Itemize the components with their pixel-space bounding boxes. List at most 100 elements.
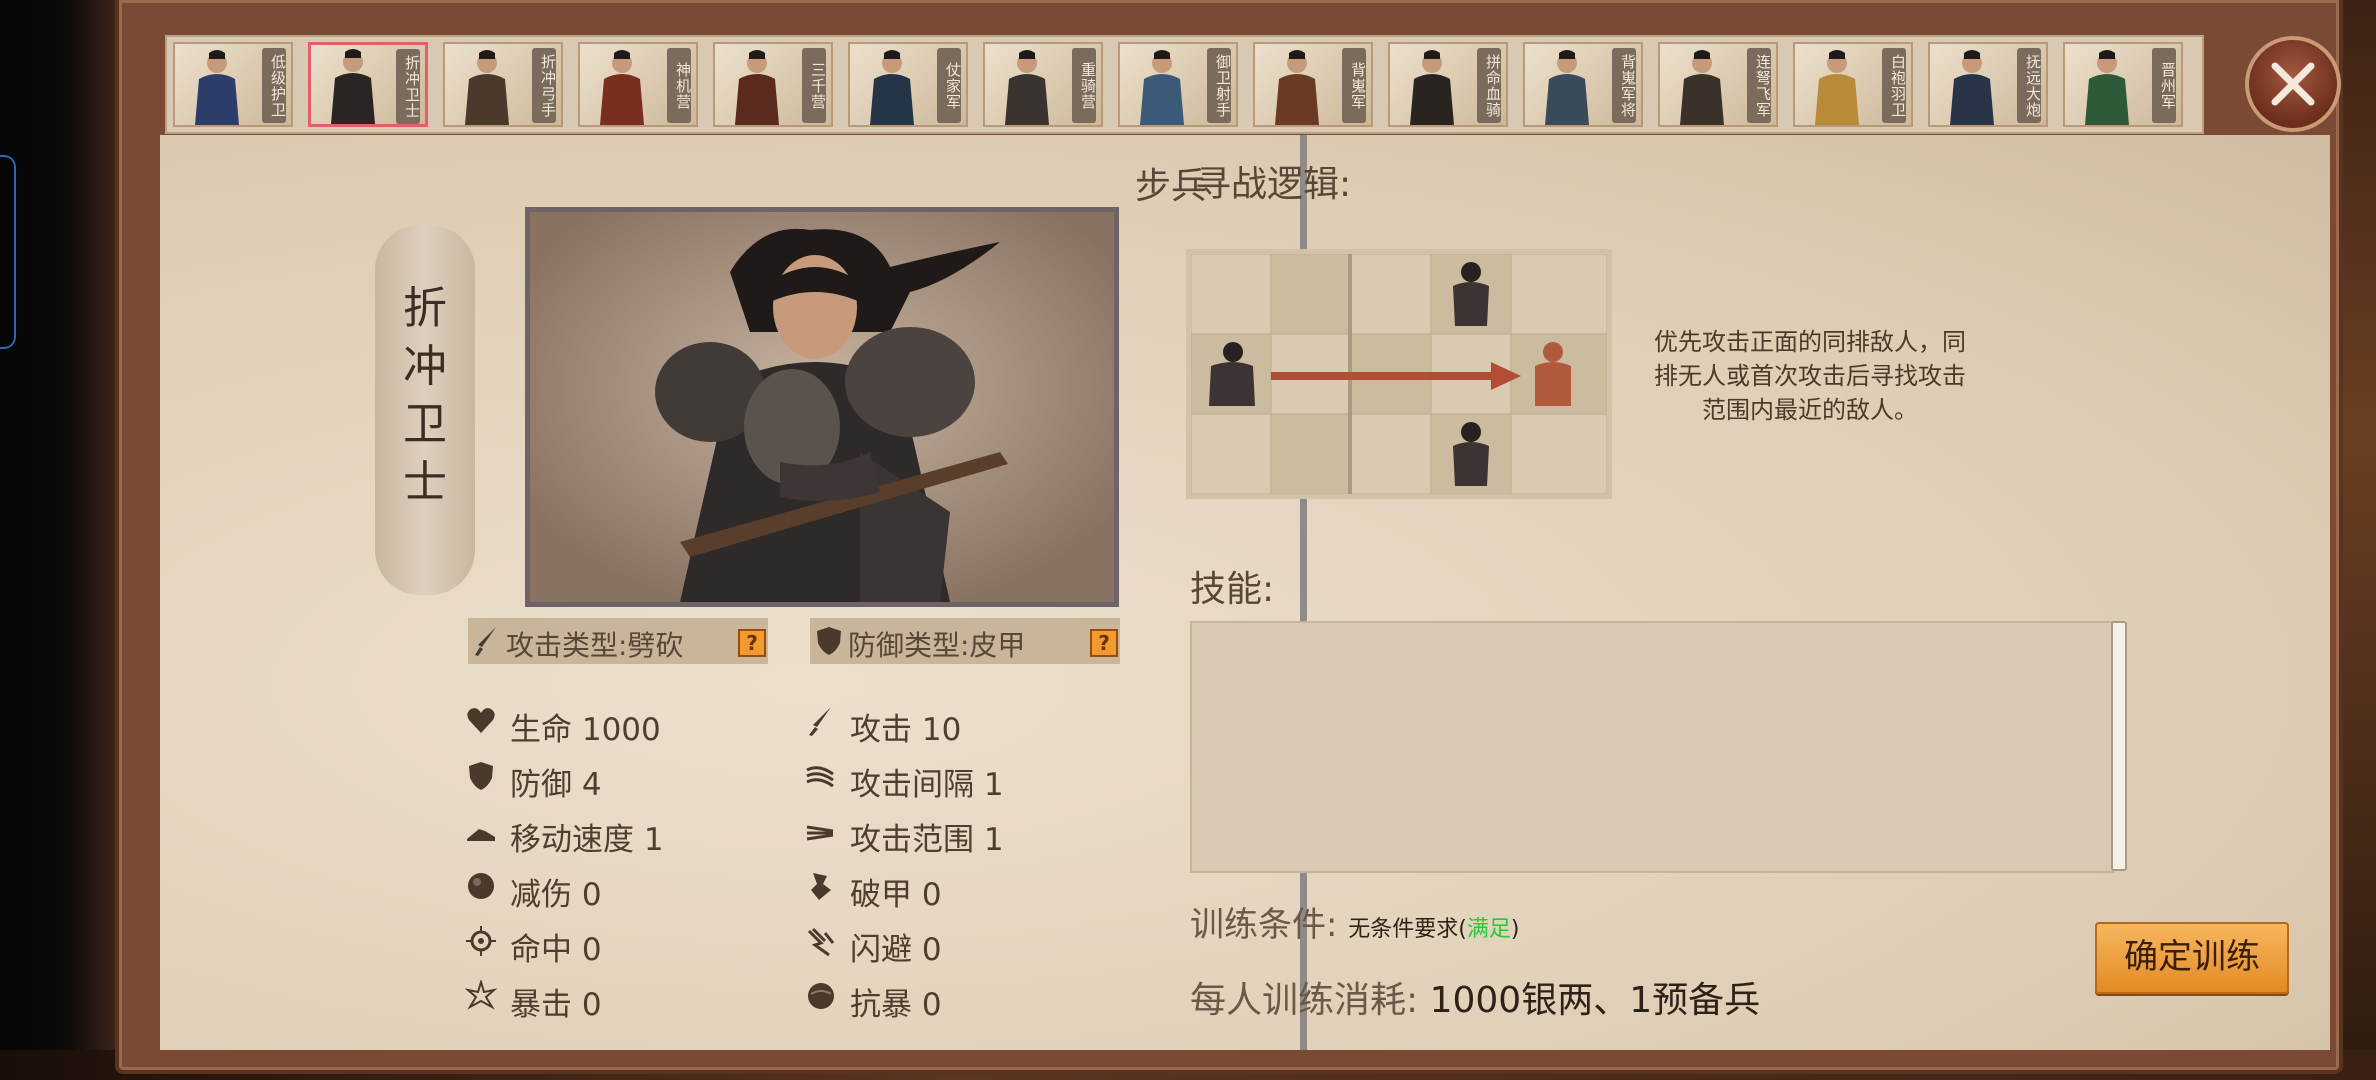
sword-icon [809, 707, 831, 736]
unit-tab-label: 拼命血骑 [1477, 48, 1502, 123]
unit-tab-portrait-icon [331, 49, 375, 124]
close-button[interactable] [2245, 36, 2341, 132]
training-cost-value: 1000银两、1预备兵 [1429, 980, 1761, 1021]
warrior-illustration [530, 212, 1114, 602]
training-cost: 每人训练消耗: 1000银两、1预备兵 [1190, 971, 1760, 1023]
unit-tab-label: 背嵬军将 [1612, 48, 1637, 123]
background-left [0, 0, 115, 1080]
unit-tab-portrait-icon [1950, 50, 1994, 125]
heart-icon [467, 708, 495, 733]
training-condition-value: 无条件要求( [1348, 917, 1467, 942]
unit-tab-12[interactable]: 白袍羽卫 [1793, 42, 1913, 127]
unit-tab-label: 白袍羽卫 [1882, 48, 1907, 123]
unit-tab-portrait-icon [1140, 50, 1184, 125]
unit-selector-bar: 低级护卫 折冲卫士 折冲弓手 神机营 三千营 仗家军 重骑营 御卫射手 背嵬军 拼命血骑 背嵬军将 连… [165, 35, 2204, 134]
unit-tab-label: 背嵬军 [1342, 48, 1367, 123]
unit-tab-label: 晋州军 [2152, 48, 2177, 123]
unit-tab-portrait-icon [600, 50, 644, 125]
unit-tab-portrait-icon [195, 50, 239, 125]
unit-tab-label: 连弩飞军 [1747, 48, 1772, 123]
training-condition-label: 训练条件: [1190, 905, 1338, 945]
defense-type-box: 防御类型:皮甲 ? [810, 618, 1120, 664]
battle-logic-description: 优先攻击正面的同排敌人，同排无人或首次攻击后寻找攻击范围内最近的敌人。 [1654, 328, 1966, 424]
battle-logic-diagram [1190, 253, 1608, 495]
skills-scrollbar[interactable] [2111, 621, 2127, 871]
unit-tab-13[interactable]: 抚远大炮 [1928, 42, 2048, 127]
stat-label: 攻击间隔 1 [850, 767, 1004, 803]
unit-tab-label: 折冲卫士 [396, 49, 421, 124]
training-condition-close: ) [1510, 917, 1520, 942]
attack-type-help-button[interactable]: ? [738, 629, 766, 657]
skills-list[interactable] [1190, 621, 2114, 873]
unit-tab-0[interactable]: 低级护卫 [173, 42, 293, 127]
unit-tab-4[interactable]: 三千营 [713, 42, 833, 127]
unit-tab-10[interactable]: 背嵬军将 [1523, 42, 1643, 127]
armor-break-icon [811, 873, 831, 900]
stat-label: 移动速度 1 [510, 822, 664, 858]
unit-tab-label: 三千营 [802, 48, 827, 123]
training-condition-status: 满足 [1466, 917, 1511, 942]
unit-tab-2[interactable]: 折冲弓手 [443, 42, 563, 127]
unit-tab-label: 神机营 [667, 48, 692, 123]
dodge-icon [807, 927, 835, 957]
unit-tab-portrait-icon [870, 50, 914, 125]
unit-tab-portrait-icon [1680, 50, 1724, 125]
unit-tab-label: 抚远大炮 [2017, 48, 2042, 123]
unit-tab-8[interactable]: 背嵬军 [1253, 42, 1373, 127]
crosshair-icon [466, 926, 496, 956]
unit-tab-label: 折冲弓手 [532, 48, 557, 123]
side-handle [0, 155, 16, 349]
unit-tab-label: 仗家军 [937, 48, 962, 123]
stat-label: 攻击 10 [850, 712, 962, 748]
training-cost-label: 每人训练消耗: [1190, 980, 1419, 1021]
unit-tab-label: 重骑营 [1072, 48, 1097, 123]
stat-label: 攻击范围 1 [850, 822, 1004, 858]
skills-title: 技能: [1190, 569, 1275, 610]
unit-tab-portrait-icon [1545, 50, 1589, 125]
unit-name: 折冲卫士 [403, 283, 447, 508]
stat-label: 命中 0 [510, 932, 602, 968]
stat-label: 破甲 0 [850, 877, 942, 913]
unit-tab-9[interactable]: 拼命血骑 [1388, 42, 1508, 127]
stat-label: 闪避 0 [850, 932, 942, 968]
unit-tab-3[interactable]: 神机营 [578, 42, 698, 127]
battle-logic-grid [1186, 249, 1612, 499]
unit-tab-portrait-icon [735, 50, 779, 125]
unit-tab-portrait-icon [1410, 50, 1454, 125]
battle-logic-title: 寻战逻辑: [1195, 164, 1352, 205]
unit-tab-14[interactable]: 晋州军 [2063, 42, 2183, 127]
stat-label: 减伤 0 [510, 877, 602, 913]
unit-tab-11[interactable]: 连弩飞军 [1658, 42, 1778, 127]
crit-resist-icon [808, 983, 834, 1009]
crit-icon [465, 980, 497, 1010]
stat-label: 防御 4 [510, 767, 602, 803]
close-icon [2271, 62, 2315, 106]
unit-tab-portrait-icon [1275, 50, 1319, 125]
defense-type-label: 防御类型:皮甲 [848, 629, 1026, 662]
unit-tab-portrait-icon [2085, 50, 2129, 125]
unit-tab-6[interactable]: 重骑营 [983, 42, 1103, 127]
attack-interval-icon [806, 766, 834, 788]
unit-tab-portrait-icon [1815, 50, 1859, 125]
armor-icon [817, 627, 841, 655]
attack-range-icon [806, 825, 834, 841]
unit-tab-label: 低级护卫 [262, 48, 287, 123]
unit-tab-portrait-icon [465, 50, 509, 125]
training-condition: 训练条件: 无条件要求(满足) [1190, 897, 1519, 946]
unit-tab-7[interactable]: 御卫射手 [1118, 42, 1238, 127]
defense-type-help-button[interactable]: ? [1090, 629, 1118, 657]
unit-tab-portrait-icon [1005, 50, 1049, 125]
unit-tab-label: 御卫射手 [1207, 48, 1232, 123]
unit-tab-1[interactable]: 折冲卫士 [308, 42, 428, 127]
attack-type-box: 攻击类型:劈砍 ? [468, 618, 768, 664]
damage-reduction-icon [468, 873, 494, 899]
unit-tab-5[interactable]: 仗家军 [848, 42, 968, 127]
unit-name-scroll: 折冲卫士 [375, 225, 475, 595]
unit-portrait [525, 207, 1119, 607]
shield-icon [469, 762, 493, 790]
confirm-training-button[interactable]: 确定训练 [2095, 922, 2289, 994]
unit-detail-panel: 步兵 折冲卫士 攻击类型:劈砍 ? 防御类型:皮甲 ? 生命 1000 防御 4… [160, 135, 2330, 1050]
stat-label: 生命 1000 [510, 712, 661, 748]
stat-label: 抗暴 0 [850, 987, 942, 1023]
boot-icon [467, 829, 495, 841]
